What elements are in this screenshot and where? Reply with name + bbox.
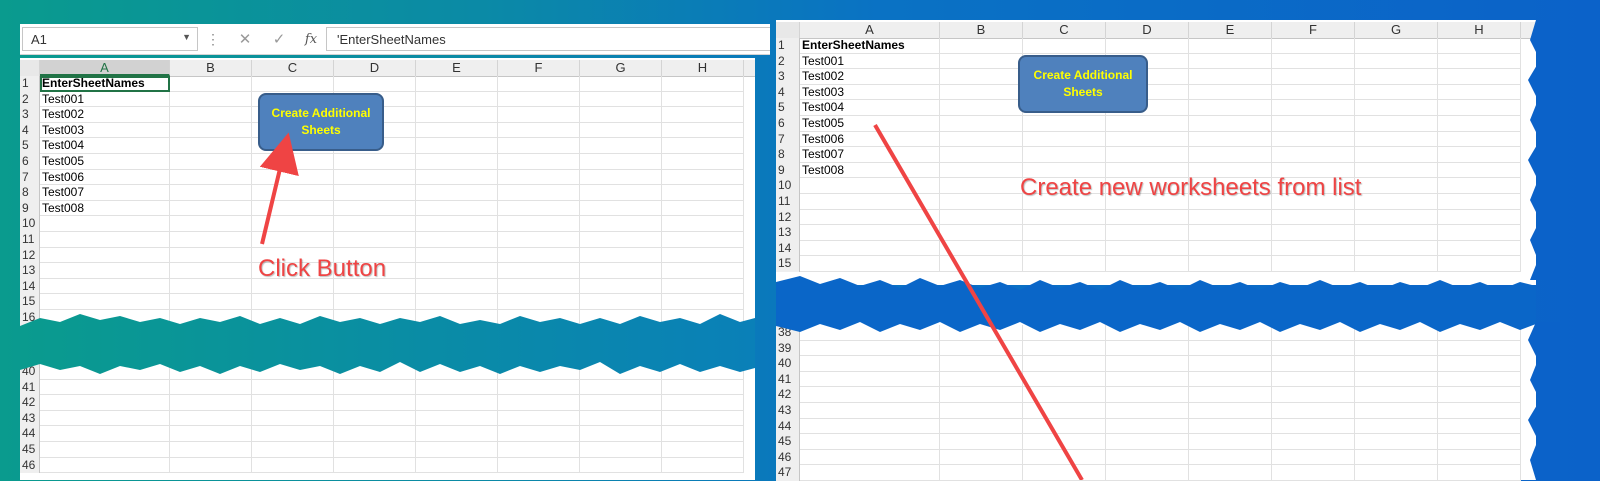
click-arrow bbox=[259, 132, 299, 245]
right-side-torn-edge bbox=[1528, 20, 1560, 280]
overlay-graphics bbox=[20, 20, 1560, 480]
right-side-torn-edge-bottom bbox=[1528, 322, 1560, 480]
right-torn-edge bbox=[776, 276, 1536, 332]
left-torn-edge bbox=[20, 314, 755, 374]
